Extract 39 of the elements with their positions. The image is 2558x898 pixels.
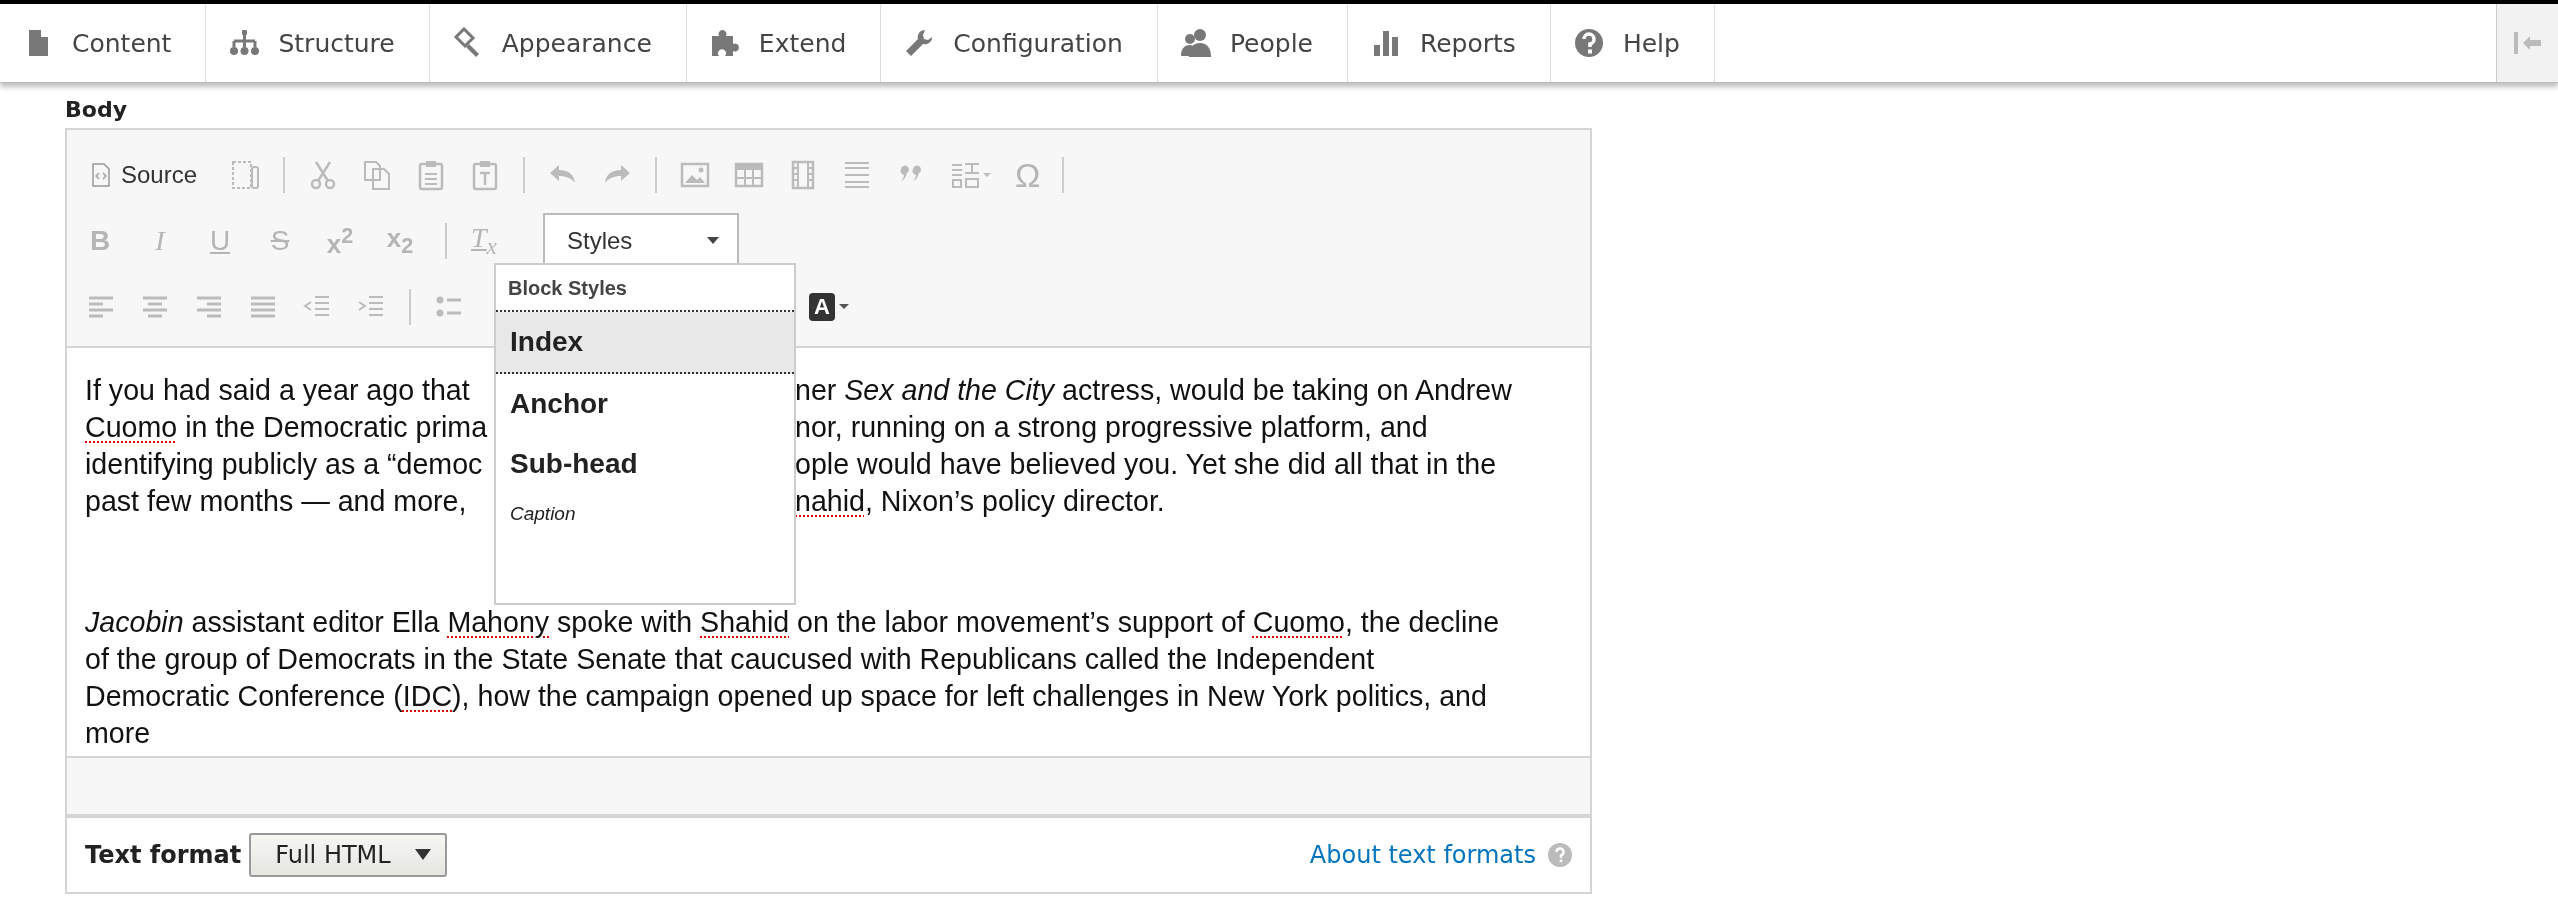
paragraph-text: more <box>85 717 151 749</box>
caret-icon <box>707 237 719 245</box>
preview-icon <box>229 159 262 191</box>
help-icon <box>1548 843 1572 867</box>
text-format-select[interactable]: Full HTML <box>249 833 447 877</box>
nav-tab[interactable]: Appearance <box>429 4 687 82</box>
caret-icon <box>838 304 849 310</box>
nav-tab[interactable]: Help <box>1550 4 1715 82</box>
help-icon <box>1572 27 1605 59</box>
menu-item[interactable]: Anchor <box>496 374 794 434</box>
document-icon <box>91 163 111 187</box>
nav-tab[interactable]: Extend <box>686 4 882 82</box>
people-icon <box>1179 27 1212 59</box>
paragraph-text: nor, running on a strong progressive platform, and <box>795 410 1429 445</box>
nav-tab[interactable]: Structure <box>206 4 430 82</box>
nav-tab[interactable]: Content <box>0 4 207 82</box>
field-label: Body <box>65 97 128 122</box>
nav-tab[interactable]: Configuration <box>881 4 1158 82</box>
nav-tab[interactable]: Reports <box>1347 4 1551 82</box>
paragraph-text: If you had said a year ago that <box>85 373 471 408</box>
source-button[interactable]: Source <box>85 161 208 189</box>
paragraph-text: ner Sex and the City actress, would be taking on Andrew <box>795 373 1513 408</box>
caret-icon <box>414 849 431 861</box>
text-format-label: Text format <box>85 841 242 869</box>
paragraph-text: nahid, Nixon’s policy director. <box>795 484 1166 519</box>
paragraph-text: Cuomo in the Democratic prima <box>85 410 489 445</box>
paragraph-text: Jacobin assistant editor Ella Mahony spoke with Shahid on the labor movement’s support of Cuomo, the decline <box>85 606 1500 638</box>
about-text-formats-link[interactable]: About text formats <box>1309 841 1536 869</box>
collapse-icon <box>2512 31 2543 55</box>
paragraph-text: past few months — and more, <box>85 484 468 519</box>
paragraph-text: identifying publicly as a “democ <box>85 447 484 482</box>
menu-item[interactable]: Sub-head <box>496 434 794 494</box>
paragraph-text: Democratic Conference (IDC), how the campaign opened up space for left challenges in New York politics, and <box>85 680 1487 712</box>
menu-item[interactable]: Caption <box>496 494 794 534</box>
menu-item[interactable]: Index <box>496 312 794 374</box>
nav-tab[interactable]: People <box>1157 4 1348 82</box>
paragraph-text: of the group of Democrats in the State Senate that caucused with Republicans called the Independent <box>85 643 1375 675</box>
collapse-toggle[interactable] <box>2496 4 2558 82</box>
paragraph-text: ople would have believed you. Yet she did all that in the <box>795 447 1498 482</box>
